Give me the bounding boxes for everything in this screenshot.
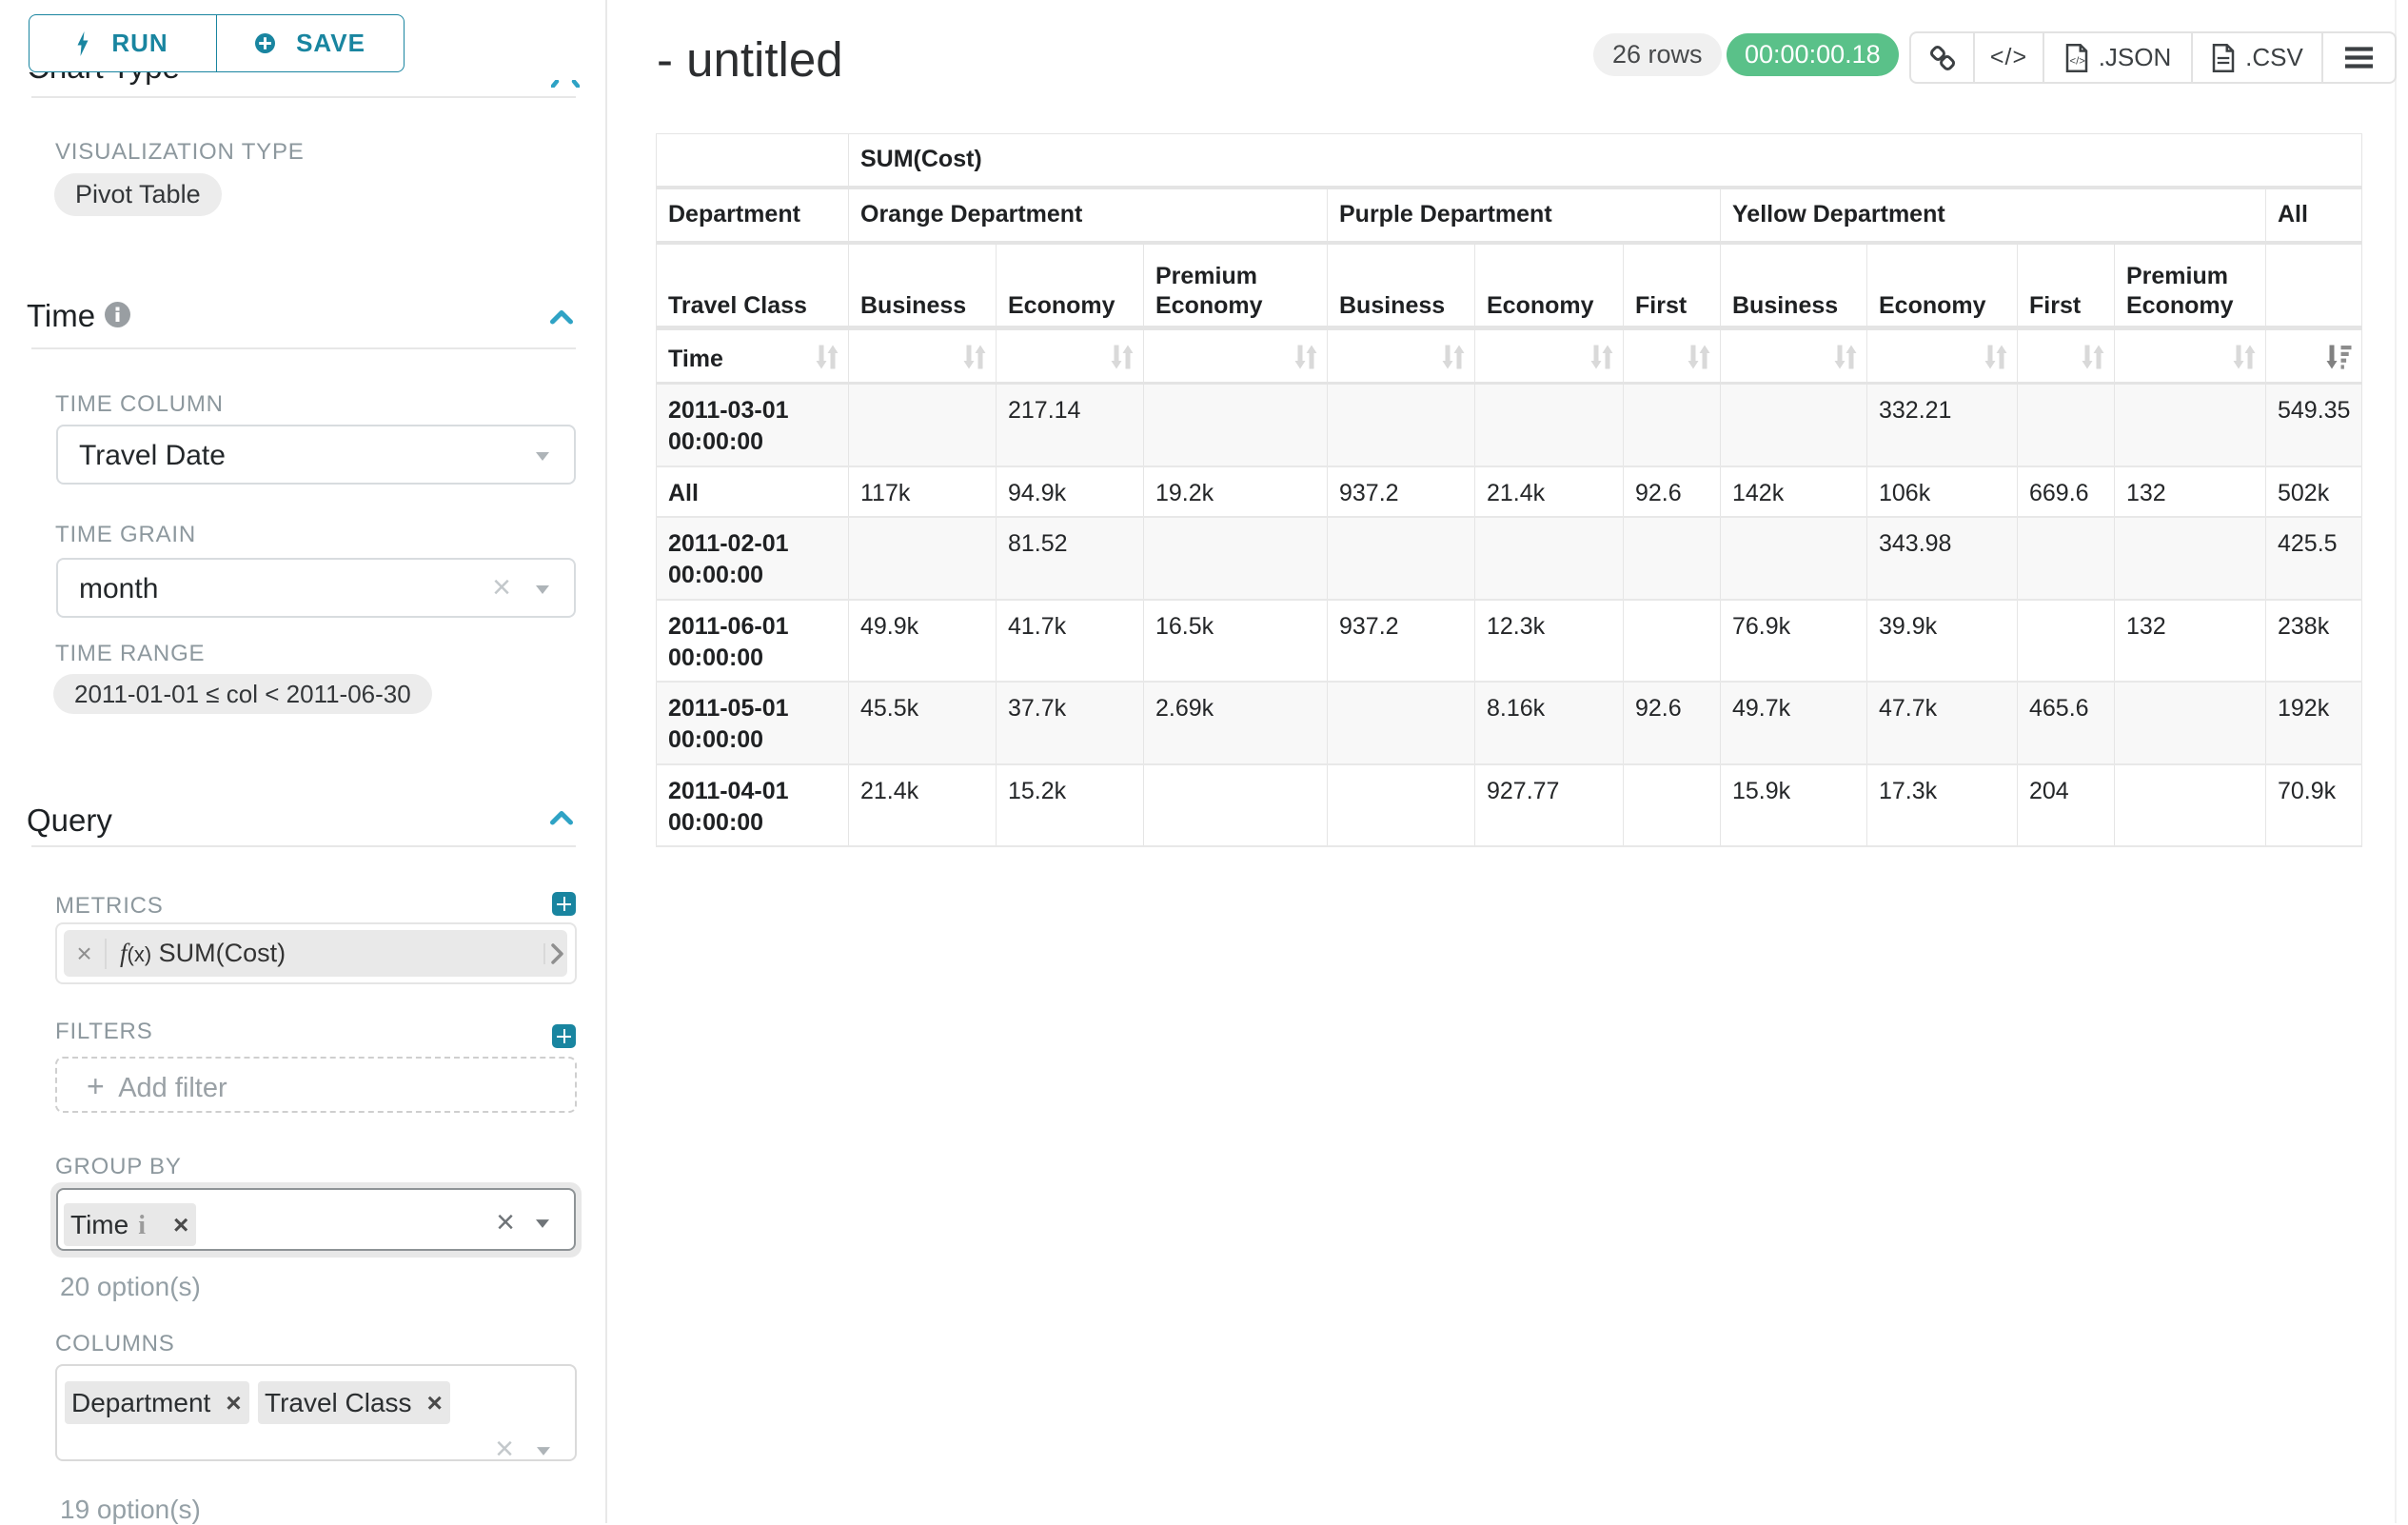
svg-text:</>: </>	[2069, 55, 2085, 67]
